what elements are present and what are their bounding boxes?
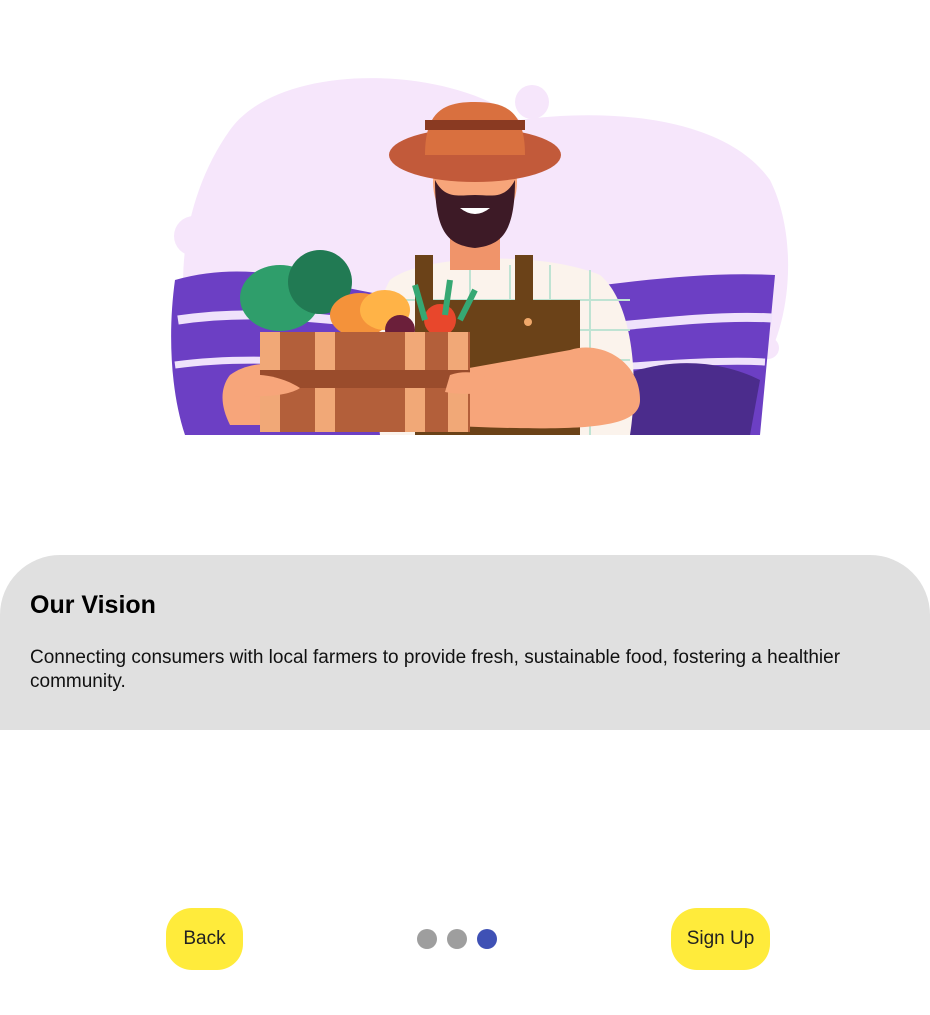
page-dot-3[interactable] bbox=[477, 929, 497, 949]
farmer-illustration bbox=[160, 70, 790, 440]
back-button[interactable]: Back bbox=[166, 908, 243, 970]
sign-up-button[interactable]: Sign Up bbox=[671, 908, 770, 970]
info-card: Our Vision Connecting consumers with loc… bbox=[0, 555, 930, 730]
page-description: Connecting consumers with local farmers … bbox=[30, 647, 841, 692]
page-dot-1[interactable] bbox=[417, 929, 437, 949]
page-title: Our Vision bbox=[30, 591, 156, 619]
page-dot-2[interactable] bbox=[447, 929, 467, 949]
page-indicator bbox=[417, 929, 497, 949]
